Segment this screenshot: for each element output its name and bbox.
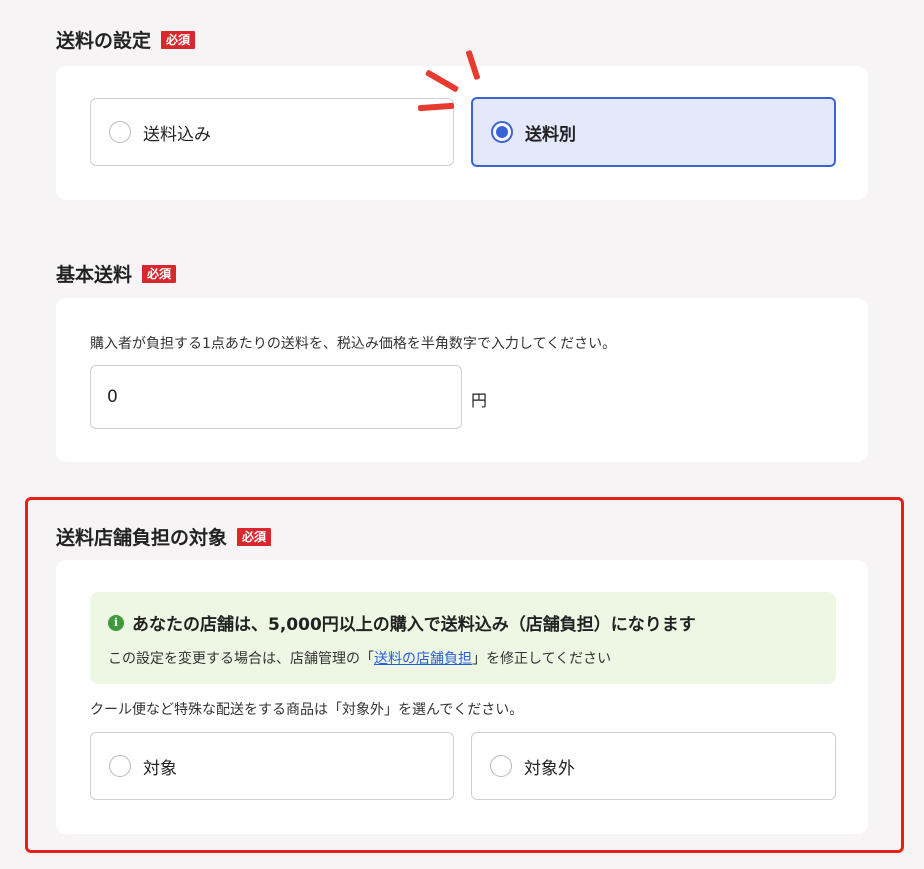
radio-shipping-separate[interactable]: 送料別: [471, 97, 836, 167]
store-burden-title: 送料店舗負担の対象 必須: [56, 523, 272, 550]
radio-label: 送料込み: [143, 124, 211, 145]
store-burden-description: クール便など特殊な配送をする商品は「対象外」を選んでください。: [90, 702, 524, 718]
base-shipping-description: 購入者が負担する1点あたりの送料を、税込み価格を半角数字で入力してください。: [90, 336, 617, 352]
radio-circle: [109, 121, 131, 143]
info-note: この設定を変更する場合は、店舗管理の「送料の店舗負担」を修正してください: [108, 648, 611, 668]
info-box: i あなたの店舗は、5,000円以上の購入で送料込み（店舗負担）になります この…: [90, 592, 836, 684]
currency-unit: 円: [471, 391, 488, 410]
shipping-setting-title-text: 送料の設定: [56, 30, 152, 52]
base-shipping-title: 基本送料 必須: [56, 260, 177, 287]
info-icon: i: [108, 614, 124, 631]
radio-label: 送料別: [525, 124, 576, 145]
radio-label: 対象外: [524, 758, 575, 779]
radio-label: 対象: [143, 758, 177, 779]
info-title: i あなたの店舗は、5,000円以上の購入で送料込み（店舗負担）になります: [108, 610, 696, 635]
base-shipping-input[interactable]: [90, 365, 462, 429]
required-badge: 必須: [237, 527, 272, 546]
radio-circle-selected: [491, 121, 513, 143]
shipping-setting-title: 送料の設定 必須: [56, 26, 196, 53]
radio-circle: [490, 755, 512, 777]
radio-not-target[interactable]: 対象外: [471, 732, 836, 800]
info-note-after: 」を修正してください: [472, 651, 612, 667]
base-shipping-title-text: 基本送料: [56, 264, 133, 286]
info-note-before: この設定を変更する場合は、店舗管理の「: [108, 651, 374, 667]
radio-target[interactable]: 対象: [90, 732, 454, 800]
radio-circle: [109, 755, 131, 777]
store-burden-title-text: 送料店舗負担の対象: [56, 527, 228, 549]
store-burden-link[interactable]: 送料の店舗負担: [374, 651, 472, 667]
required-badge: 必須: [142, 264, 177, 283]
required-badge: 必須: [161, 30, 196, 49]
radio-shipping-included[interactable]: 送料込み: [90, 98, 454, 166]
info-title-text: あなたの店舗は、5,000円以上の購入で送料込み（店舗負担）になります: [132, 615, 696, 635]
